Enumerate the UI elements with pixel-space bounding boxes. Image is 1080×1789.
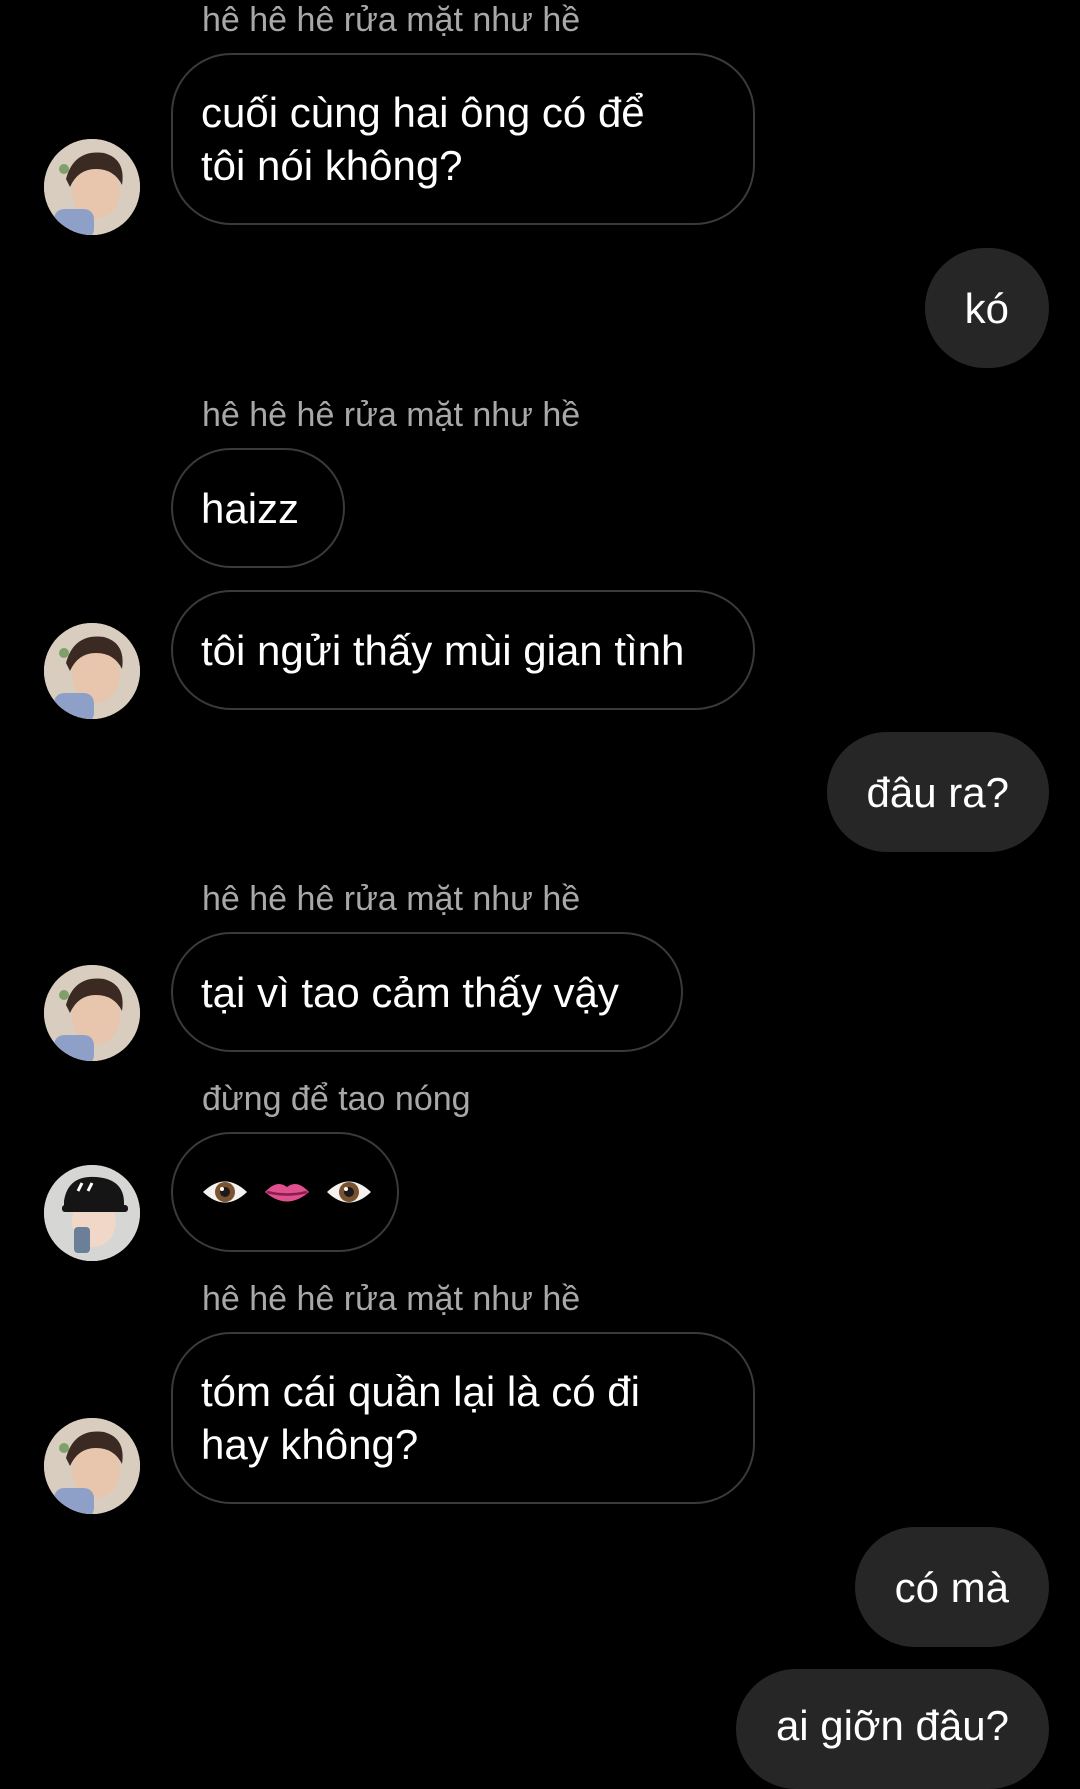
avatar-photo-icon — [44, 965, 140, 1061]
sender-name: hê hê hê rửa mặt như hề — [202, 396, 581, 434]
message-text-line: hay không? — [201, 1421, 419, 1468]
message-text: haizz — [201, 484, 300, 532]
outgoing-message-bubble[interactable]: ai giỡn đâu? — [735, 1669, 1049, 1789]
avatar-photo-icon — [44, 139, 140, 235]
message-text: có mà — [894, 1563, 1009, 1611]
message-text: kó — [964, 284, 1009, 332]
avatar-photo-icon — [44, 623, 140, 719]
incoming-message-bubble[interactable] — [171, 1132, 399, 1252]
eye-emoji-icon — [203, 1181, 247, 1203]
message-text: tôi ngửi thấy mùi gian tình — [201, 626, 685, 674]
message-text: ai giỡn đâu? — [775, 1702, 1009, 1749]
eye-emoji-icon — [327, 1181, 371, 1203]
contact-avatar[interactable] — [44, 965, 140, 1061]
message-text: đâu ra? — [866, 768, 1009, 816]
lips-emoji-icon — [265, 1183, 309, 1202]
message-text: tại vì tao cảm thấy vậy — [201, 968, 619, 1016]
message-text-line: cuối cùng hai ông có để — [201, 89, 645, 136]
contact-avatar[interactable] — [44, 623, 140, 719]
message-text-line: tóm cái quần lại là có đi — [201, 1368, 640, 1415]
incoming-message-bubble[interactable]: cuối cùng hai ông có để tôi nói không? — [171, 53, 755, 225]
sender-name: hê hê hê rửa mặt như hề — [202, 1, 581, 39]
incoming-message-bubble[interactable]: tại vì tao cảm thấy vậy — [171, 932, 683, 1052]
outgoing-message-bubble[interactable]: kó — [924, 248, 1049, 368]
contact-avatar[interactable] — [44, 1165, 140, 1261]
incoming-message-bubble[interactable]: tôi ngửi thấy mùi gian tình — [171, 590, 755, 710]
avatar-photo-icon — [44, 1418, 140, 1514]
contact-avatar[interactable] — [44, 1418, 140, 1514]
contact-avatar[interactable] — [44, 139, 140, 235]
outgoing-message-bubble[interactable]: có mà — [854, 1527, 1049, 1647]
sender-name: hê hê hê rửa mặt như hề — [202, 880, 581, 918]
avatar-photo-icon — [44, 1165, 140, 1261]
sender-name: đừng để tao nóng — [202, 1080, 471, 1118]
incoming-message-bubble[interactable]: haizz — [171, 448, 345, 568]
sender-name: hê hê hê rửa mặt như hề — [202, 1280, 581, 1318]
incoming-message-bubble[interactable]: tóm cái quần lại là có đi hay không? — [171, 1332, 755, 1504]
outgoing-message-bubble[interactable]: đâu ra? — [826, 732, 1049, 852]
message-text-line: tôi nói không? — [201, 142, 463, 189]
